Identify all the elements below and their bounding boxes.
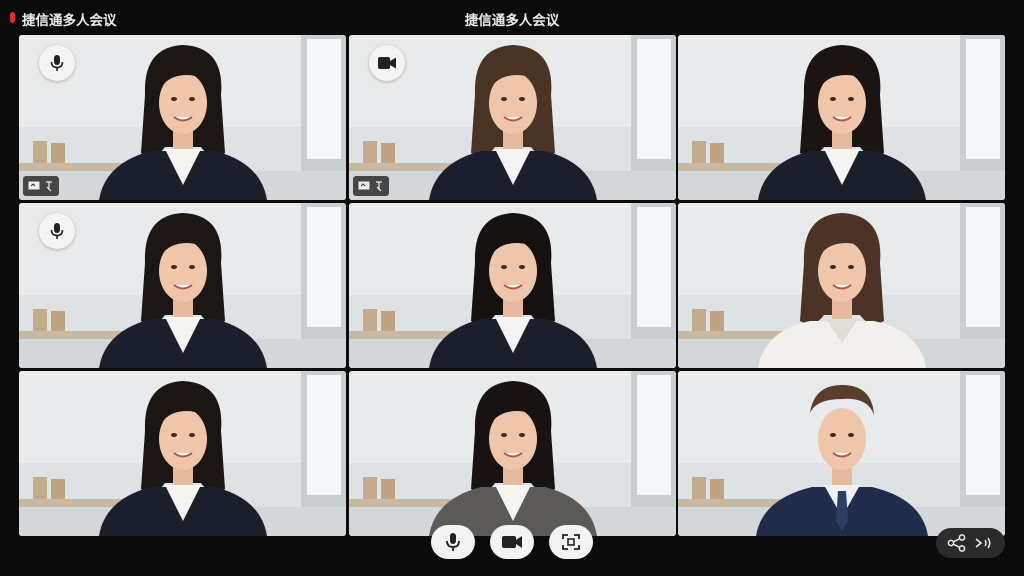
camera-status-badge[interactable]: [368, 45, 405, 81]
side-controls: [936, 528, 1005, 558]
screen-icon[interactable]: [28, 181, 40, 191]
mic-status-badge[interactable]: [39, 45, 75, 81]
window-title: 捷信通多人会议: [464, 13, 560, 29]
participant-tile[interactable]: [678, 35, 1005, 200]
pin-icon[interactable]: [374, 180, 384, 192]
mic-status-badge[interactable]: [39, 213, 75, 249]
layout-button[interactable]: [549, 525, 593, 559]
pin-icon[interactable]: [44, 180, 54, 192]
participant-tile[interactable]: [348, 203, 676, 368]
participant-video: [348, 371, 676, 536]
mic-button[interactable]: [431, 525, 475, 559]
participant-tile[interactable]: [678, 203, 1005, 368]
audio-output-icon: [975, 537, 991, 549]
camera-button[interactable]: [490, 525, 534, 559]
microphone-icon: [446, 533, 460, 551]
participant-tile[interactable]: [348, 35, 676, 200]
participant-video: [678, 35, 1005, 200]
share-button[interactable]: [947, 534, 967, 552]
title-bar: 捷信通多人会议 捷信通多人会议: [0, 0, 1024, 34]
microphone-icon: [50, 223, 64, 239]
share-icon: [947, 534, 966, 552]
layout-icon: [562, 534, 580, 550]
tile-toolbar: [23, 176, 59, 196]
participant-video: [678, 203, 1005, 368]
participant-tile[interactable]: [19, 203, 346, 368]
participant-video: [348, 203, 676, 368]
microphone-icon: [50, 55, 64, 71]
screen-icon[interactable]: [358, 181, 370, 191]
participant-video: [678, 371, 1005, 536]
control-bar: [0, 523, 1024, 563]
video-camera-icon: [502, 536, 522, 548]
tile-toolbar: [352, 176, 389, 196]
meeting-window: 捷信通多人会议 捷信通多人会议: [0, 0, 1024, 576]
participant-tile[interactable]: [19, 371, 346, 536]
participant-video: [19, 371, 346, 536]
participant-tile[interactable]: [19, 35, 346, 200]
video-grid: [19, 35, 1005, 536]
participant-tile[interactable]: [678, 371, 1005, 536]
participant-tile[interactable]: [348, 371, 676, 536]
audio-button[interactable]: [974, 535, 994, 551]
video-camera-icon: [377, 57, 396, 69]
